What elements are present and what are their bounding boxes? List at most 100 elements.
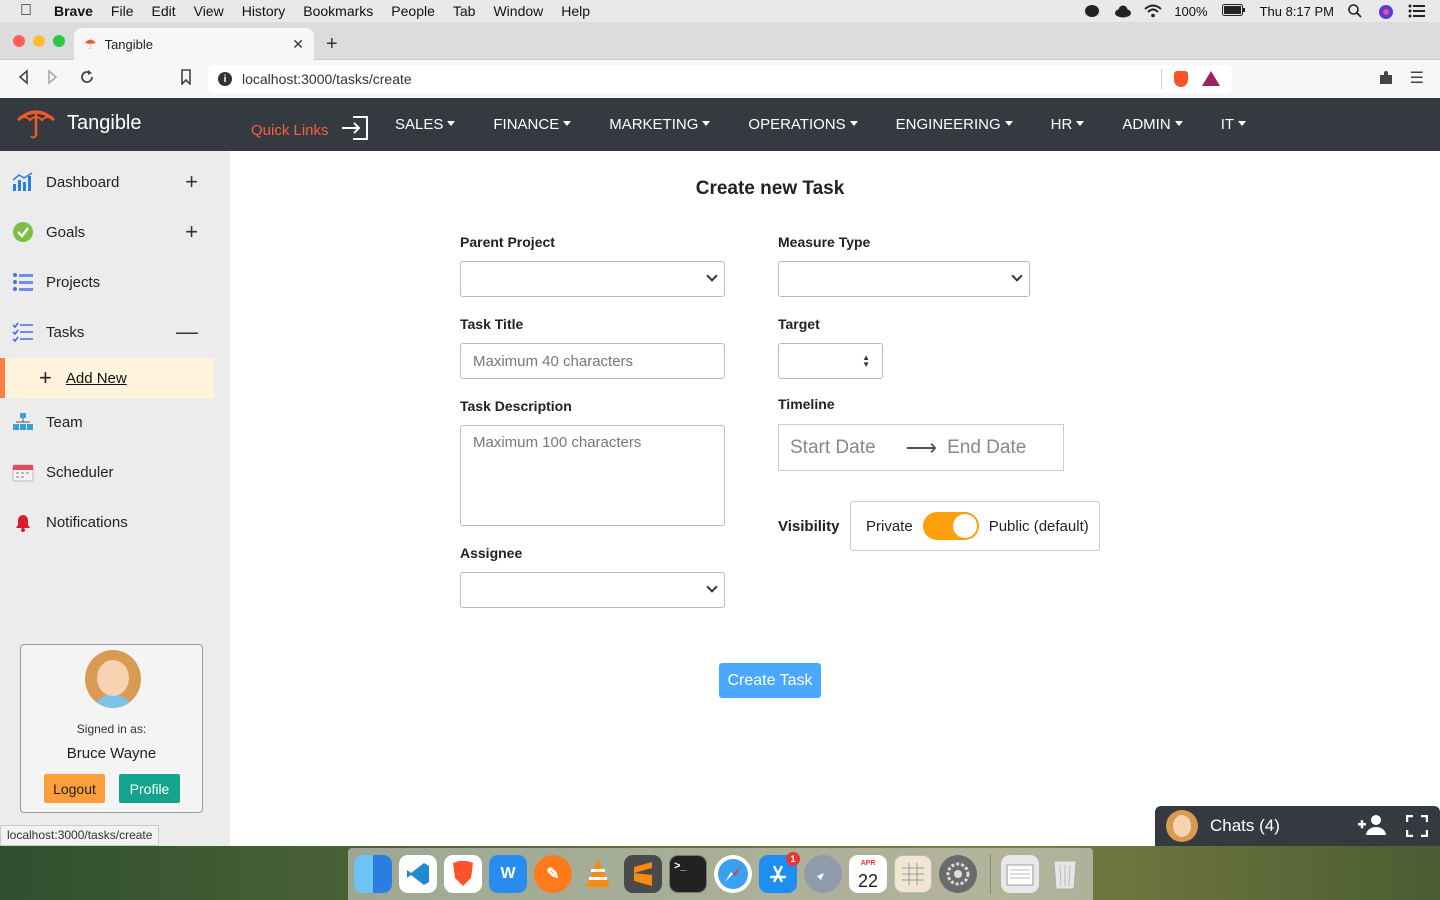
new-tab-icon[interactable]: + xyxy=(326,33,338,56)
address-bar[interactable]: i localhost:3000/tasks/create xyxy=(208,65,1232,93)
menu-file[interactable]: File xyxy=(111,3,134,19)
reload-icon[interactable] xyxy=(77,69,97,90)
vscode-icon[interactable] xyxy=(399,855,437,893)
maximize-window-button[interactable] xyxy=(53,35,65,47)
nav-sales[interactable]: SALES xyxy=(395,116,456,133)
sidebar-item-goals[interactable]: Goals + xyxy=(0,207,214,257)
launchpad-icon[interactable] xyxy=(804,855,842,893)
menu-help[interactable]: Help xyxy=(561,3,590,19)
add-new-link[interactable]: Add New xyxy=(66,370,127,387)
measure-type-select[interactable] xyxy=(778,261,1030,297)
assignee-select[interactable] xyxy=(460,572,725,608)
task-description-label: Task Description xyxy=(460,398,572,414)
site-info-icon[interactable]: i xyxy=(218,72,232,86)
pencil-app-icon[interactable]: ✎ xyxy=(534,855,572,893)
menu-view[interactable]: View xyxy=(194,3,224,19)
chat-widget[interactable]: Chats (4) xyxy=(1155,806,1440,846)
target-number-input[interactable]: ▲ ▼ xyxy=(778,343,883,379)
cloud-icon[interactable] xyxy=(1114,4,1132,18)
siri-icon[interactable] xyxy=(1378,4,1394,19)
create-task-button[interactable]: Create Task xyxy=(719,663,821,698)
add-dashboard-icon[interactable]: + xyxy=(185,169,198,195)
calendar-app-icon[interactable]: APR 22 xyxy=(849,855,887,893)
sidebar-item-dashboard[interactable]: Dashboard + xyxy=(0,157,214,207)
add-contact-icon[interactable] xyxy=(1358,814,1388,842)
wifi-icon[interactable] xyxy=(1144,4,1162,18)
menu-history[interactable]: History xyxy=(242,3,286,19)
terminal-icon[interactable]: >_ xyxy=(669,855,707,893)
menu-window[interactable]: Window xyxy=(493,3,543,19)
sidebar-item-team[interactable]: Team xyxy=(0,397,214,447)
stepper-icon[interactable]: ▲ ▼ xyxy=(862,354,870,369)
visibility-toggle[interactable] xyxy=(922,512,979,540)
quick-links-label: Quick Links xyxy=(251,121,329,139)
collapse-tasks-icon[interactable]: — xyxy=(176,319,198,345)
nav-marketing[interactable]: MARKETING xyxy=(609,116,711,133)
menu-edit[interactable]: Edit xyxy=(151,3,175,19)
fullscreen-icon[interactable] xyxy=(1405,814,1429,838)
task-title-input[interactable]: Maximum 40 characters xyxy=(460,343,725,379)
parent-project-select[interactable] xyxy=(460,261,725,297)
menu-tab[interactable]: Tab xyxy=(453,3,476,19)
bookmark-icon[interactable] xyxy=(176,69,196,90)
quick-links[interactable]: Quick Links xyxy=(251,115,369,145)
spotlight-search-icon[interactable] xyxy=(1348,4,1364,18)
sidebar: Dashboard + Goals + Projects Tasks — + A… xyxy=(0,151,230,846)
url-separator xyxy=(1161,69,1162,89)
clock[interactable]: Thu 8:17 PM xyxy=(1260,4,1334,19)
trash-icon[interactable] xyxy=(1046,855,1084,893)
nav-it[interactable]: IT xyxy=(1221,116,1247,133)
browser-tab[interactable]: ☂ Tangible ✕ xyxy=(74,28,314,60)
apple-icon[interactable]:  xyxy=(20,2,36,20)
battery-icon[interactable] xyxy=(1221,4,1246,18)
sidebar-item-tasks[interactable]: Tasks — xyxy=(0,307,214,357)
sign-in-icon xyxy=(341,115,369,145)
nav-admin[interactable]: ADMIN xyxy=(1122,116,1183,133)
nav-engineering[interactable]: ENGINEERING xyxy=(896,116,1013,133)
signed-in-label: Signed in as: xyxy=(76,722,147,736)
start-date-input[interactable]: Start Date xyxy=(790,437,876,459)
close-window-button[interactable] xyxy=(13,35,25,47)
brave-browser-icon[interactable] xyxy=(444,855,482,893)
add-goal-icon[interactable]: + xyxy=(185,219,198,245)
target-label: Target xyxy=(778,316,820,332)
documents-stack-icon[interactable] xyxy=(1001,855,1039,893)
safari-icon[interactable] xyxy=(714,855,752,893)
browser-menu-icon[interactable]: ☰ xyxy=(1410,68,1424,88)
sidebar-item-projects[interactable]: Projects xyxy=(0,257,214,307)
nav-operations[interactable]: OPERATIONS xyxy=(748,116,858,133)
extensions-icon[interactable] xyxy=(1378,70,1394,90)
brand[interactable]: Tangible xyxy=(16,106,142,140)
bell-icon xyxy=(12,511,34,533)
menu-app-name[interactable]: Brave xyxy=(54,3,93,19)
sidebar-item-notifications[interactable]: Notifications xyxy=(0,497,214,547)
logout-button[interactable]: Logout xyxy=(44,774,105,803)
sidebar-item-scheduler[interactable]: Scheduler xyxy=(0,447,214,497)
end-date-input[interactable]: End Date xyxy=(947,437,1026,459)
vlc-icon[interactable] xyxy=(579,855,617,893)
notification-center-icon[interactable] xyxy=(1408,4,1425,18)
word-icon[interactable]: W xyxy=(489,855,527,893)
sublime-text-icon[interactable] xyxy=(624,855,662,893)
elephant-icon[interactable] xyxy=(1084,4,1100,18)
calculator-sheet-icon[interactable] xyxy=(894,855,932,893)
nav-hr[interactable]: HR xyxy=(1051,116,1085,133)
profile-button[interactable]: Profile xyxy=(119,774,180,803)
chevron-down-icon xyxy=(706,270,718,282)
minimize-window-button[interactable] xyxy=(33,35,45,47)
forward-icon[interactable] xyxy=(43,69,63,90)
finder-icon[interactable] xyxy=(354,855,392,893)
task-description-textarea[interactable]: Maximum 100 characters xyxy=(460,425,725,526)
brave-shields-icon[interactable] xyxy=(1174,71,1188,87)
system-preferences-icon[interactable] xyxy=(939,855,977,893)
nav-finance[interactable]: FINANCE xyxy=(493,116,572,133)
app-store-icon[interactable]: 1 xyxy=(759,852,800,893)
timeline-date-range[interactable]: Start Date ⟶ End Date xyxy=(778,424,1064,471)
menu-people[interactable]: People xyxy=(391,3,435,19)
sidebar-subitem-add-new[interactable]: + Add New xyxy=(0,358,214,398)
brave-rewards-icon[interactable] xyxy=(1202,71,1220,86)
close-tab-icon[interactable]: ✕ xyxy=(292,36,304,53)
brand-name: Tangible xyxy=(67,111,142,134)
menu-bookmarks[interactable]: Bookmarks xyxy=(303,3,373,19)
back-icon[interactable] xyxy=(13,69,33,90)
